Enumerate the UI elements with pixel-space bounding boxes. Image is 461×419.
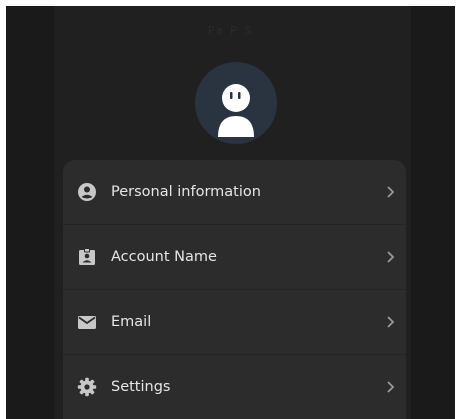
chevron-right-icon	[387, 381, 395, 393]
profile-menu: Personal information Account Name Email …	[63, 160, 406, 419]
menu-item-label: Email	[111, 314, 152, 330]
chevron-right-icon	[387, 251, 395, 263]
menu-item-label: Personal information	[111, 184, 261, 200]
menu-item-settings[interactable]: Settings	[63, 355, 406, 419]
user-avatar-icon	[218, 84, 254, 137]
gear-icon	[77, 377, 97, 397]
chevron-right-icon	[387, 316, 395, 328]
menu-item-account-name[interactable]: Account Name	[63, 225, 406, 290]
badge-icon	[79, 248, 95, 265]
avatar[interactable]	[195, 62, 277, 144]
menu-item-personal-information[interactable]: Personal information	[63, 160, 406, 225]
menu-item-email[interactable]: Email	[63, 290, 406, 355]
mail-icon	[78, 316, 96, 329]
profile-screen: Pa P S Personal information Account Name…	[6, 6, 455, 419]
right-gutter	[411, 6, 455, 419]
account-circle-icon	[78, 183, 96, 201]
chevron-right-icon	[387, 186, 395, 198]
screen-title: Pa P S	[207, 24, 254, 37]
left-gutter	[6, 6, 54, 419]
menu-item-label: Settings	[111, 379, 171, 395]
menu-item-label: Account Name	[111, 249, 217, 265]
